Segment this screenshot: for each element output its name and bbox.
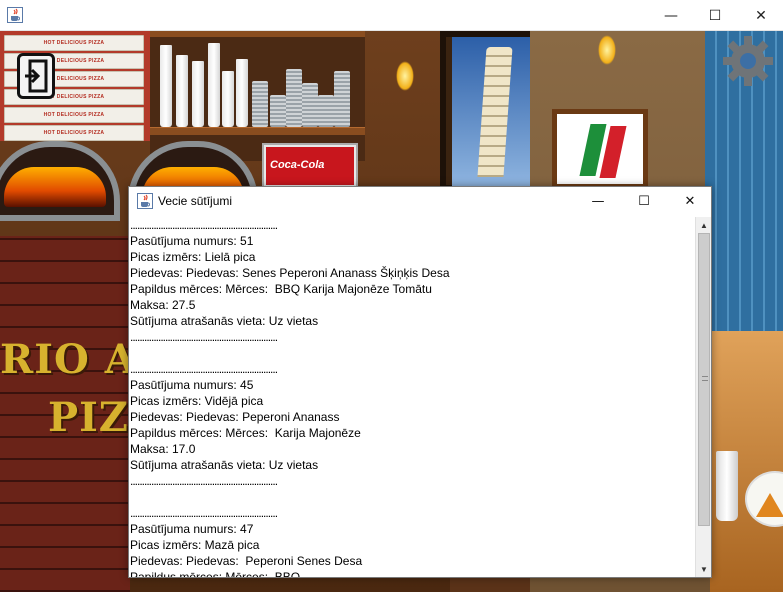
orders-text-area[interactable]: ........................................… [129, 217, 695, 577]
pizza-box: HOT DELICIOUS PIZZA [4, 107, 144, 123]
wall-lamp [396, 61, 414, 91]
separator-line: ........................................… [130, 474, 278, 488]
cup-stack [208, 43, 220, 127]
cup-stack [192, 61, 204, 127]
dialog-title: Vecie sūtījumi [158, 194, 233, 208]
main-titlebar[interactable]: — ☐ ✕ [0, 0, 783, 31]
order-line: Sūtījuma atrašanās vieta: Uz vietas [130, 458, 319, 472]
italy-flag-picture [552, 109, 648, 189]
gear-icon[interactable] [722, 35, 774, 87]
separator-line: ........................................… [130, 362, 278, 376]
order-line: Pasūtījuma numurs: 51 [130, 234, 254, 248]
cup-stack [236, 59, 248, 127]
plate-stack [286, 69, 302, 127]
close-button[interactable]: ✕ [738, 0, 783, 31]
shelf [150, 31, 365, 37]
oven-fire [4, 167, 106, 207]
order-line: Papildus mērces: Mērces: BBQ [130, 570, 301, 577]
old-orders-dialog: Vecie sūtījumi — ☐ ✕ ...................… [128, 186, 712, 578]
order-line: Pasūtījuma numurs: 47 [130, 522, 254, 536]
cup-stack [222, 71, 234, 127]
order-line: Sūtījuma atrašanās vieta: Uz vietas [130, 314, 319, 328]
separator-line: ........................................… [130, 506, 278, 520]
order-line: Pasūtījuma numurs: 45 [130, 378, 254, 392]
dialog-minimize-button[interactable]: — [575, 187, 621, 216]
maximize-button[interactable]: ☐ [692, 0, 738, 31]
separator-line: ........................................… [130, 330, 278, 344]
order-line: Picas izmērs: Lielā pica [130, 250, 256, 264]
minimize-button[interactable]: — [648, 0, 694, 31]
pizza-cup [716, 451, 738, 521]
separator-line: ........................................… [130, 218, 278, 232]
order-line: Picas izmērs: Mazā pica [130, 538, 260, 552]
vertical-scrollbar[interactable]: ▲ ▼ [695, 217, 711, 577]
plate-stack [252, 81, 268, 127]
wall-lamp [598, 35, 616, 65]
scroll-up-arrow-icon[interactable]: ▲ [696, 218, 712, 232]
grip-icon [702, 376, 708, 381]
order-line: Piedevas: Piedevas: Peperoni Senes Desa [130, 554, 363, 568]
order-line: Papildus mērces: Mērces: BBQ Karija Majo… [130, 282, 432, 296]
cup-stack [176, 55, 188, 127]
pizza-box: HOT DELICIOUS PIZZA [4, 125, 144, 141]
dialog-maximize-button[interactable]: ☐ [621, 187, 667, 216]
coca-cola-sign: Coca-Cola [266, 147, 354, 185]
plate-stack [302, 83, 318, 127]
order-line: Picas izmērs: Vidējā pica [130, 394, 264, 408]
exit-button[interactable] [17, 53, 55, 99]
order-line: Maksa: 17.0 [130, 442, 196, 456]
exit-door-icon [25, 59, 48, 93]
shelf [150, 127, 365, 135]
plate-stack [270, 95, 286, 127]
plate-stack [318, 95, 334, 127]
pizza-slice [756, 493, 783, 517]
dialog-titlebar[interactable]: Vecie sūtījumi — ☐ ✕ [129, 187, 711, 216]
leaning-tower [477, 47, 513, 177]
pizza-box: HOT DELICIOUS PIZZA [4, 35, 144, 51]
dialog-close-button[interactable]: ✕ [667, 187, 713, 216]
order-line: Papildus mērces: Mērces: Karija Majonēze [130, 426, 361, 440]
scrollbar-thumb[interactable] [698, 233, 710, 526]
cup-stack [160, 45, 172, 127]
order-line: Maksa: 27.5 [130, 298, 196, 312]
leaning-tower-painting [440, 31, 530, 191]
order-line: Piedevas: Piedevas: Peperoni Ananass [130, 410, 340, 424]
java-cup-icon [7, 7, 23, 23]
java-cup-icon [137, 193, 153, 209]
plate-stack [334, 71, 350, 127]
order-line: Piedevas: Piedevas: Senes Peperoni Anana… [130, 266, 450, 280]
scroll-down-arrow-icon[interactable]: ▼ [696, 562, 712, 576]
